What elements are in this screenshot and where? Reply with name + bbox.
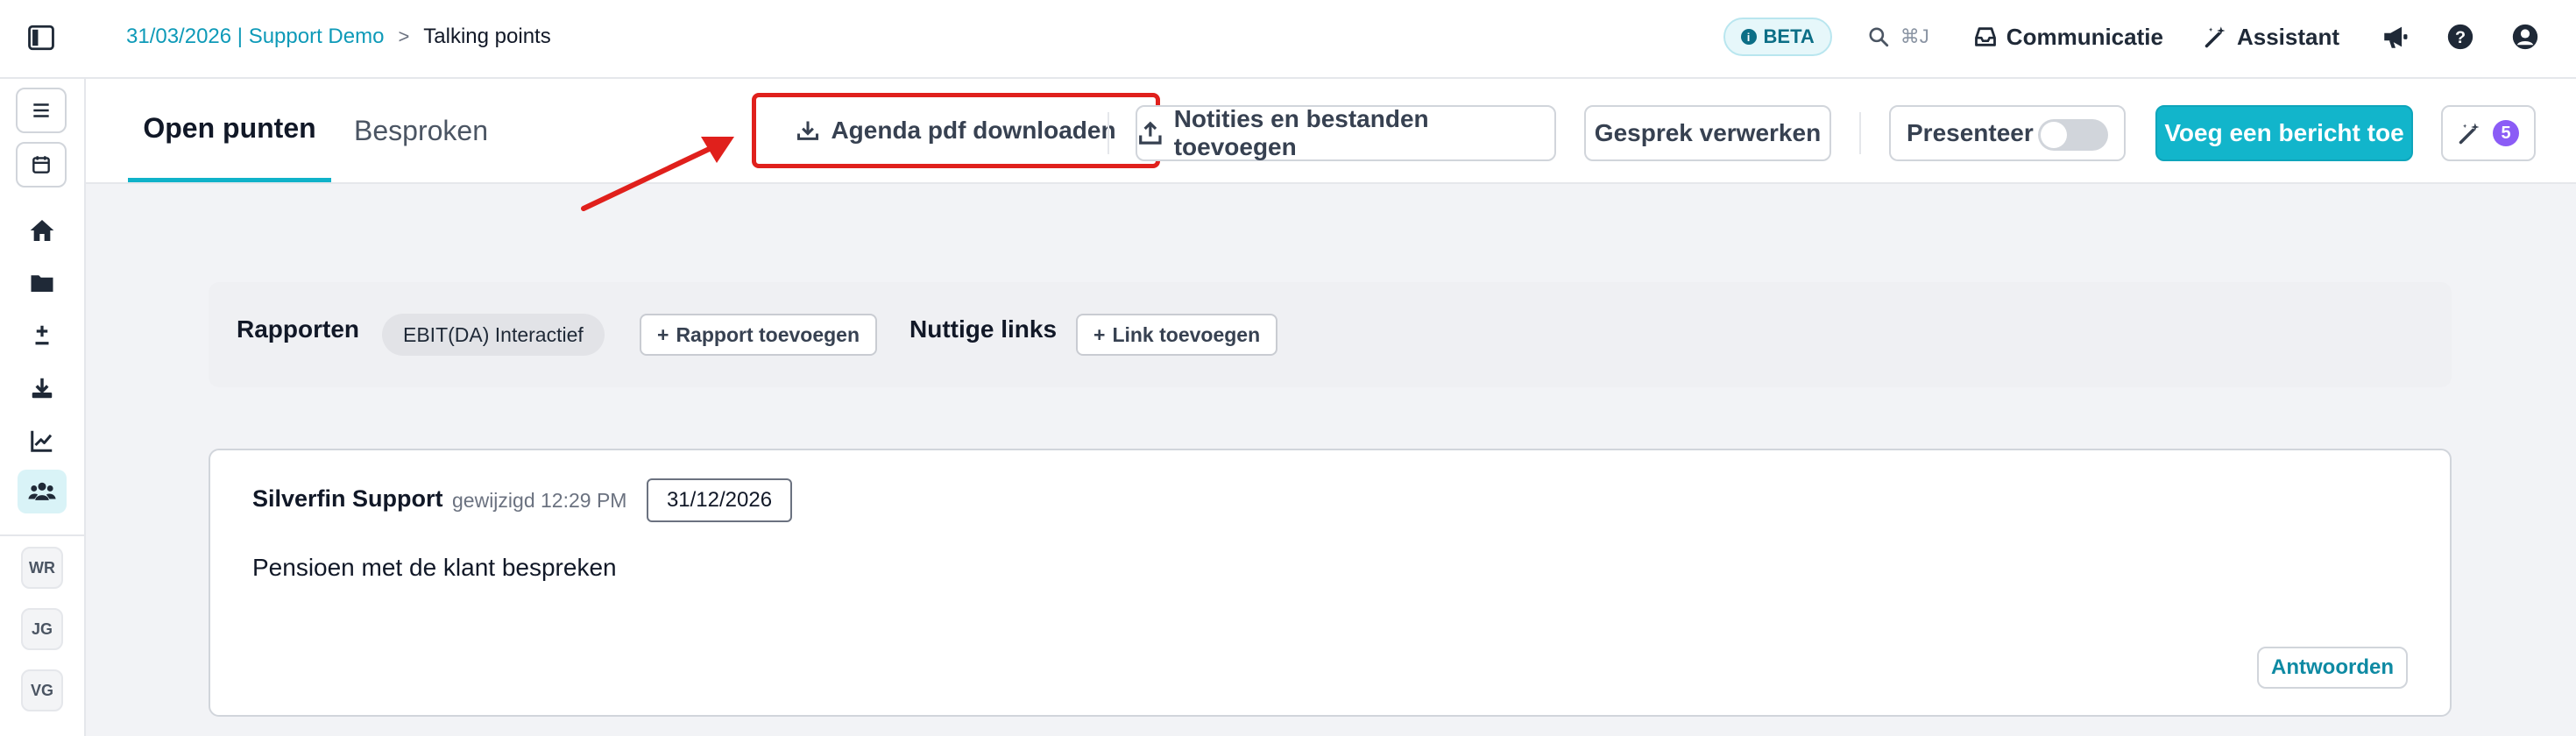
process-conversation-button[interactable]: Gesprek verwerken bbox=[1584, 105, 1831, 161]
communication-link[interactable]: Communicatie bbox=[1973, 24, 2163, 51]
assistant-count-badge: 5 bbox=[2493, 120, 2519, 146]
reply-button[interactable]: Antwoorden bbox=[2257, 647, 2408, 689]
plus-minus-icon[interactable] bbox=[18, 314, 67, 357]
reports-label: Rapporten bbox=[237, 315, 359, 343]
page-header: Open punten Besproken Agenda pdf downloa… bbox=[86, 79, 2576, 184]
assistant-label: Assistant bbox=[2236, 23, 2339, 50]
breadcrumb-separator: > bbox=[398, 25, 410, 47]
tab-open-points[interactable]: Open punten bbox=[128, 79, 331, 182]
useful-links-label: Nuttige links bbox=[909, 315, 1058, 343]
menu-icon[interactable] bbox=[16, 88, 67, 133]
chart-line-icon[interactable] bbox=[18, 419, 67, 463]
breadcrumb-parent-link[interactable]: 31/03/2026 | Support Demo bbox=[126, 25, 384, 49]
message-body: Pensioen met de klant bespreken bbox=[252, 554, 617, 581]
top-bar-actions: i BETA ⌘J Communicatie Assistant ? bbox=[1723, 0, 2541, 74]
avatar[interactable]: VG bbox=[21, 669, 63, 711]
present-toggle-button[interactable]: Presenteer bbox=[1889, 105, 2126, 161]
communication-label: Communicatie bbox=[2006, 23, 2163, 50]
message-author: Silverfin Support bbox=[252, 485, 443, 512]
plus-icon: + bbox=[657, 322, 669, 346]
search-shortcut: ⌘J bbox=[1900, 25, 1929, 47]
download-icon bbox=[797, 121, 819, 140]
reports-links-bar: Rapporten EBIT(DA) Interactief + Rapport… bbox=[209, 282, 2452, 387]
beta-badge[interactable]: i BETA bbox=[1723, 18, 1832, 56]
user-icon[interactable] bbox=[2509, 21, 2541, 53]
beta-label: BETA bbox=[1763, 25, 1815, 47]
agenda-pdf-download-button[interactable]: Agenda pdf downloaden bbox=[752, 93, 1160, 168]
plus-icon: + bbox=[1093, 322, 1106, 346]
agenda-pdf-download-label: Agenda pdf downloaden bbox=[831, 117, 1116, 144]
add-message-label: Voeg een bericht toe bbox=[2164, 119, 2404, 146]
sidebar-toggle-icon[interactable] bbox=[26, 23, 56, 53]
present-toggle[interactable] bbox=[2038, 119, 2108, 151]
add-link-label: Link toevoegen bbox=[1112, 322, 1261, 346]
add-report-label: Rapport toevoegen bbox=[676, 322, 860, 346]
megaphone-icon[interactable] bbox=[2380, 21, 2411, 53]
talking-point-card: Silverfin Support gewijzigd 12:29 PM 31/… bbox=[209, 449, 2452, 717]
breadcrumb-current: Talking points bbox=[423, 25, 551, 48]
assistant-link[interactable]: Assistant bbox=[2204, 24, 2339, 51]
avatar[interactable]: JG bbox=[21, 608, 63, 650]
divider bbox=[1108, 112, 1109, 154]
inbox-icon bbox=[1974, 27, 1996, 46]
toggle-knob bbox=[2041, 122, 2067, 148]
present-label: Presenteer bbox=[1907, 119, 2034, 146]
add-notes-files-label: Notities en bestanden toevoegen bbox=[1173, 105, 1429, 160]
search-icon bbox=[1869, 27, 1888, 47]
search-trigger[interactable]: ⌘J bbox=[1867, 25, 1929, 48]
breadcrumb: 31/03/2026 | Support Demo > Talking poin… bbox=[126, 0, 551, 74]
add-notes-files-button[interactable]: Notities en bestanden toevoegen bbox=[1136, 105, 1556, 161]
upload-icon bbox=[1139, 121, 1162, 145]
tab-discussed[interactable]: Besproken bbox=[354, 79, 488, 182]
top-bar: 31/03/2026 | Support Demo > Talking poin… bbox=[0, 0, 2576, 79]
help-icon[interactable]: ? bbox=[2445, 21, 2476, 53]
home-icon[interactable] bbox=[18, 209, 67, 252]
left-rail: WR JG VG bbox=[0, 79, 86, 736]
rail-divider bbox=[0, 534, 86, 536]
download-icon[interactable] bbox=[18, 366, 67, 410]
add-report-button[interactable]: + Rapport toevoegen bbox=[640, 314, 878, 356]
assistant-suggestions-button[interactable]: 5 bbox=[2441, 105, 2536, 161]
info-icon: i bbox=[1740, 29, 1757, 45]
report-chip[interactable]: EBIT(DA) Interactief bbox=[382, 314, 605, 356]
avatar[interactable]: WR bbox=[21, 547, 63, 589]
add-link-button[interactable]: + Link toevoegen bbox=[1076, 314, 1278, 356]
process-conversation-label: Gesprek verwerken bbox=[1594, 119, 1822, 146]
add-message-button[interactable]: Voeg een bericht toe bbox=[2155, 105, 2413, 161]
magic-wand-icon bbox=[2204, 26, 2226, 48]
svg-text:?: ? bbox=[2455, 28, 2466, 47]
magic-wand-icon bbox=[2459, 123, 2480, 145]
folder-icon[interactable] bbox=[18, 261, 67, 305]
calendar-icon[interactable] bbox=[16, 142, 67, 188]
users-icon[interactable] bbox=[18, 470, 67, 513]
divider bbox=[1859, 112, 1861, 154]
message-date-badge[interactable]: 31/12/2026 bbox=[647, 478, 792, 522]
message-edited-time: gewijzigd 12:29 PM bbox=[452, 489, 627, 512]
